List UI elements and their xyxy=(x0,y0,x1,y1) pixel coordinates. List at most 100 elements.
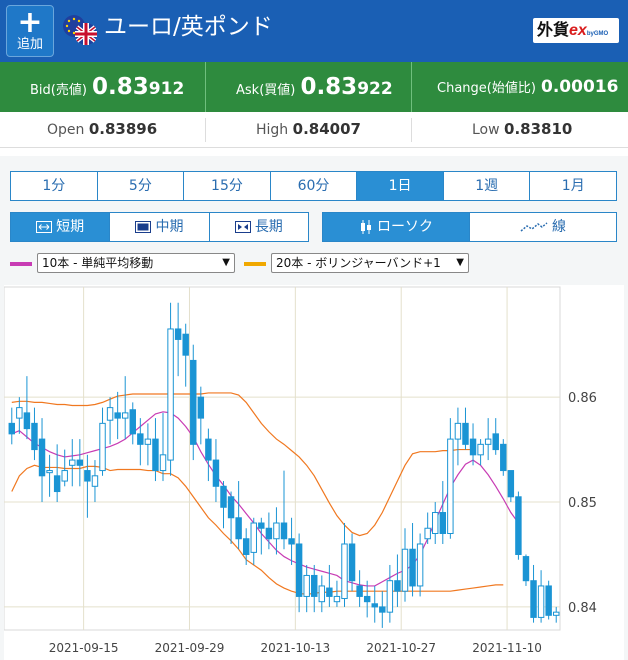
candle-body xyxy=(258,522,265,529)
ma-color-swatch xyxy=(10,262,32,266)
plus-icon: + xyxy=(17,5,43,40)
candle-body xyxy=(401,548,409,592)
timeframe-tabs: 1分 5分 15分 60分 1日 1週 1月 xyxy=(10,171,617,201)
candle-body xyxy=(159,454,167,472)
candle-body xyxy=(326,587,333,597)
candle-body xyxy=(250,522,257,553)
tab-1week[interactable]: 1週 xyxy=(444,172,531,200)
tab-60min[interactable]: 60分 xyxy=(271,172,358,200)
tab-long-term[interactable]: 長期 xyxy=(210,213,308,241)
y-tick-label: 0.84 xyxy=(568,601,597,616)
candle-body xyxy=(144,438,152,445)
candle-body xyxy=(295,543,303,597)
period-tabs: 短期 中期 長期 xyxy=(10,212,309,242)
candle-body xyxy=(530,580,537,618)
candle-body xyxy=(484,438,492,445)
candlestick-chart[interactable]: 0.86 0.85 0.84 2021-09-15 2021-09-29 2021-10-… xyxy=(4,285,624,660)
tab-candlestick[interactable]: ローソク xyxy=(323,213,470,241)
low-value: Low 0.83810 xyxy=(472,120,573,138)
candle-body xyxy=(356,585,363,597)
open-value: Open 0.83896 xyxy=(47,120,158,138)
candle-body xyxy=(280,522,288,540)
candle-body xyxy=(348,543,356,582)
x-tick-label: 2021-10-13 xyxy=(260,641,330,655)
tab-1min[interactable]: 1分 xyxy=(11,172,98,200)
high-value: High 0.84007 xyxy=(256,120,361,138)
candle-body xyxy=(182,333,189,356)
ohl-bar: Open 0.83896 High 0.84007 Low 0.83810 xyxy=(0,112,628,148)
candle-body xyxy=(76,459,84,466)
bb-select[interactable]: 20本 - ボリンジャーバンド+1 ▼ xyxy=(271,253,469,273)
divider xyxy=(205,118,206,142)
candle-body xyxy=(16,407,23,419)
candle-body xyxy=(545,585,552,616)
y-tick-label: 0.85 xyxy=(568,496,597,511)
candle-body xyxy=(174,328,182,340)
x-tick-label: 2021-09-29 xyxy=(155,641,225,655)
candle-body xyxy=(265,527,273,540)
tab-line-chart[interactable]: 線 xyxy=(470,213,616,241)
x-tick-label: 2021-10-27 xyxy=(366,641,436,655)
candle-body xyxy=(333,595,341,603)
candle-body xyxy=(363,595,371,603)
candle-body xyxy=(537,585,545,618)
chart-type-tabs: ローソク 線 xyxy=(322,212,617,242)
candle-body xyxy=(477,443,484,456)
candle-body xyxy=(205,438,212,461)
ma-indicator: 10本 - 単純平均移動 ▼ xyxy=(10,253,235,273)
x-tick-label: 2021-11-10 xyxy=(472,641,542,655)
brand-logo: 外貨exbyGMO xyxy=(533,18,619,43)
divider xyxy=(205,62,206,112)
candle-body xyxy=(447,438,454,534)
candle-body xyxy=(235,517,242,540)
candle-body xyxy=(69,459,76,466)
y-tick-label: 0.86 xyxy=(568,391,597,406)
candle-body xyxy=(424,527,431,540)
mid-term-icon xyxy=(135,221,152,233)
candle-body xyxy=(371,603,378,608)
candle-body xyxy=(91,475,99,487)
candle-body xyxy=(227,496,235,519)
tab-1month[interactable]: 1月 xyxy=(530,172,616,200)
candle-body xyxy=(288,538,295,545)
chevron-down-icon: ▼ xyxy=(222,257,230,268)
candle-body xyxy=(106,407,114,421)
candle-body xyxy=(84,470,91,482)
candle-body xyxy=(46,470,53,474)
candle-body xyxy=(121,412,129,419)
candle-body xyxy=(318,585,326,603)
candle-body xyxy=(99,422,106,472)
candle-body xyxy=(341,543,348,600)
short-term-icon xyxy=(36,221,53,233)
add-button[interactable]: + 追加 xyxy=(6,5,54,57)
candle-body xyxy=(469,438,477,456)
candle-body xyxy=(197,396,205,419)
candle-body xyxy=(303,574,310,597)
change-quote: Change(始値比) 0.00016 xyxy=(437,77,619,97)
tab-15min[interactable]: 15分 xyxy=(184,172,271,200)
candle-body xyxy=(432,512,439,534)
candlestick-icon xyxy=(361,220,371,234)
candle-body xyxy=(114,412,121,419)
tab-5min[interactable]: 5分 xyxy=(98,172,185,200)
candle-body xyxy=(515,496,522,555)
eu-uk-flag-icon xyxy=(63,15,97,45)
ask-quote: Ask(買値) 0.83922 xyxy=(236,74,393,100)
candle-body xyxy=(190,359,197,445)
candle-body xyxy=(242,538,250,555)
candle-body xyxy=(38,438,46,477)
add-label: 追加 xyxy=(16,37,43,52)
tab-1day[interactable]: 1日 xyxy=(357,172,444,200)
candle-body xyxy=(212,459,220,487)
tab-mid-term[interactable]: 中期 xyxy=(110,213,210,241)
bb-color-swatch xyxy=(244,262,266,266)
candle-body xyxy=(492,433,499,451)
line-chart-icon xyxy=(520,222,548,232)
ma-select[interactable]: 10本 - 単純平均移動 ▼ xyxy=(37,253,235,273)
candle-body xyxy=(394,580,401,592)
candle-body xyxy=(507,470,515,498)
tab-short-term[interactable]: 短期 xyxy=(11,213,111,241)
candle-body xyxy=(500,443,507,472)
chevron-down-icon: ▼ xyxy=(456,257,464,268)
x-tick-label: 2021-09-15 xyxy=(49,641,119,655)
